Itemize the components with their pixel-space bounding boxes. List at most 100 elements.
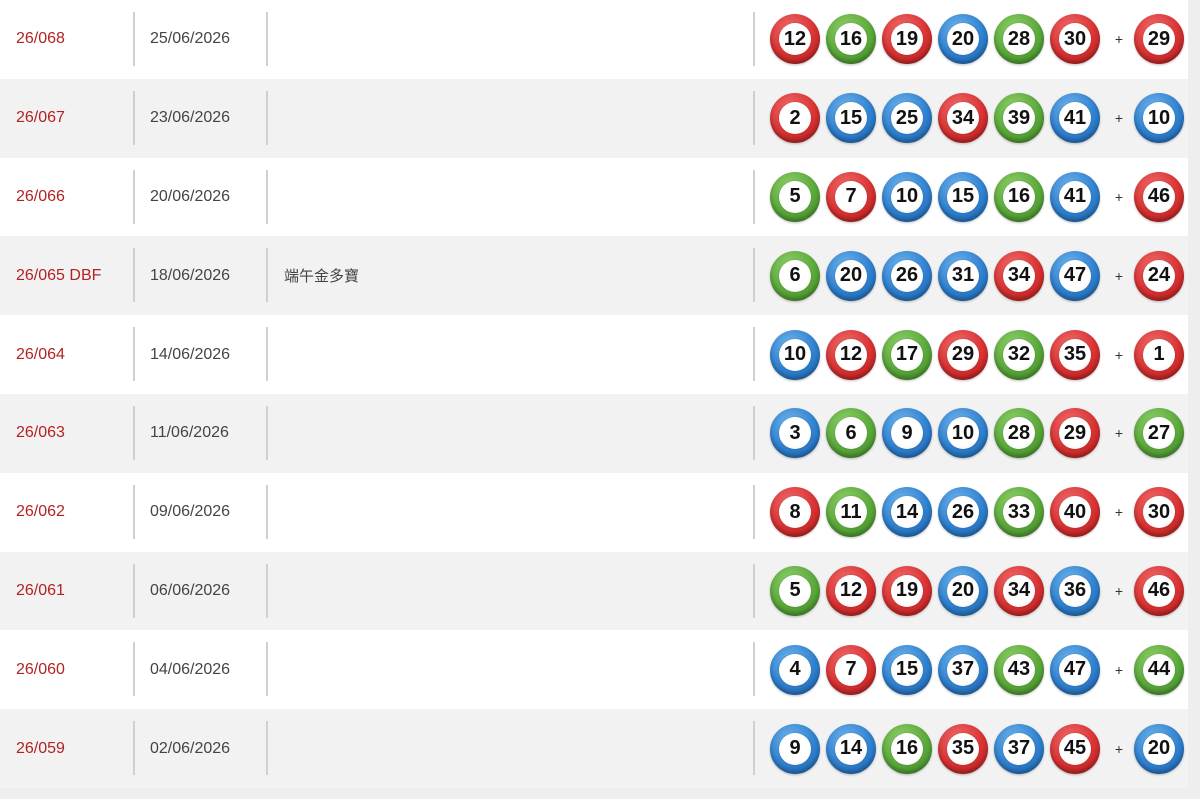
number-ball: 29 [938, 329, 988, 380]
draw-date: 25/06/2026 [150, 30, 231, 48]
number-ball: 34 [938, 93, 988, 144]
results-table: 26/068 25/06/2026 12 16 19 20 28 30 +29 26/067 23/… [0, 0, 1188, 788]
number-ball: 5 [770, 565, 820, 616]
ball-number: 5 [779, 180, 811, 213]
draw-number-link[interactable]: 26/059 [16, 709, 65, 788]
winning-numbers: 12 16 19 20 28 30 +29 [770, 0, 1190, 79]
number-ball: 16 [826, 14, 876, 65]
ball-number: 41 [1059, 102, 1091, 135]
column-divider [266, 248, 268, 303]
ball-number: 11 [835, 496, 867, 529]
ball-number: 19 [891, 23, 923, 56]
number-ball: 7 [826, 171, 876, 222]
ball-number: 16 [1003, 180, 1035, 213]
draw-date: 23/06/2026 [150, 109, 231, 127]
draw-number-link[interactable]: 26/060 [16, 630, 65, 709]
plus-sign: + [1114, 425, 1124, 442]
result-row: 26/061 06/06/2026 5 12 19 20 34 36 +46 [0, 551, 1190, 631]
extra-number-ball: 29 [1134, 14, 1184, 65]
ball-number: 47 [1059, 259, 1091, 292]
ball-number: 7 [835, 180, 867, 213]
number-ball: 6 [826, 408, 876, 459]
number-ball: 20 [938, 565, 988, 616]
column-divider [753, 484, 755, 539]
ball-number: 28 [1003, 417, 1035, 450]
result-row: 26/066 20/06/2026 5 7 10 15 16 41 +46 [0, 158, 1188, 237]
column-divider [133, 12, 135, 66]
ball-number: 9 [891, 417, 923, 450]
draw-number-link[interactable]: 26/063 [16, 394, 65, 473]
number-ball: 41 [1050, 93, 1100, 144]
number-ball: 16 [882, 723, 932, 774]
ball-number: 20 [1143, 732, 1175, 765]
draw-number-link[interactable]: 26/067 [16, 79, 65, 158]
ball-number: 40 [1059, 496, 1091, 529]
column-divider [266, 642, 268, 697]
plus-sign: + [1114, 31, 1124, 48]
column-divider [753, 721, 755, 776]
extra-number-ball: 1 [1134, 329, 1184, 380]
number-ball: 40 [1050, 487, 1100, 538]
plus-sign: + [1114, 740, 1124, 757]
ball-number: 30 [1059, 23, 1091, 56]
number-ball: 41 [1050, 171, 1100, 222]
ball-number: 28 [1003, 23, 1035, 56]
ball-number: 39 [1003, 102, 1035, 135]
ball-number: 41 [1059, 180, 1091, 213]
ball-number: 19 [891, 574, 923, 607]
result-row: 26/068 25/06/2026 12 16 19 20 28 30 +29 [0, 0, 1188, 79]
number-ball: 10 [770, 329, 820, 380]
column-divider [753, 327, 755, 382]
plus-sign: + [1114, 110, 1124, 127]
ball-number: 35 [947, 732, 979, 765]
draw-number-link[interactable]: 26/068 [16, 0, 65, 79]
ball-number: 10 [891, 180, 923, 213]
winning-numbers: 6 20 26 31 34 47 +24 [770, 236, 1190, 315]
winning-numbers: 3 6 9 10 28 29 +27 [770, 394, 1190, 473]
ball-number: 29 [947, 338, 979, 371]
ball-number: 47 [1059, 653, 1091, 686]
ball-number: 44 [1143, 653, 1175, 686]
draw-date: 09/06/2026 [150, 503, 231, 521]
ball-number: 30 [1143, 496, 1175, 529]
draw-number-link[interactable]: 26/061 [16, 552, 65, 631]
ball-number: 12 [835, 338, 867, 371]
result-row: 26/062 09/06/2026 8 11 14 26 33 40 +30 [0, 473, 1188, 552]
number-ball: 34 [994, 565, 1044, 616]
draw-date: 18/06/2026 [150, 266, 231, 284]
number-ball: 3 [770, 408, 820, 459]
ball-number: 34 [1003, 259, 1035, 292]
result-row: 26/064 14/06/2026 10 12 17 29 32 35 +1 [0, 315, 1188, 394]
draw-number-link[interactable]: 26/066 [16, 158, 65, 237]
number-ball: 12 [826, 329, 876, 380]
ball-number: 9 [779, 732, 811, 765]
ball-number: 37 [1003, 732, 1035, 765]
column-divider [266, 169, 268, 224]
number-ball: 2 [770, 93, 820, 144]
ball-number: 17 [891, 338, 923, 371]
number-ball: 8 [770, 487, 820, 538]
draw-date: 06/06/2026 [150, 581, 231, 599]
plus-sign: + [1114, 582, 1124, 599]
number-ball: 4 [770, 644, 820, 695]
ball-number: 32 [1003, 338, 1035, 371]
column-divider [753, 642, 755, 697]
ball-number: 20 [947, 574, 979, 607]
winning-numbers: 2 15 25 34 39 41 +10 [770, 79, 1190, 158]
number-ball: 31 [938, 250, 988, 301]
extra-number-ball: 27 [1134, 408, 1184, 459]
ball-number: 10 [1143, 102, 1175, 135]
draw-number-link[interactable]: 26/062 [16, 473, 65, 552]
winning-numbers: 5 12 19 20 34 36 +46 [770, 552, 1190, 631]
column-divider [266, 721, 268, 776]
column-divider [133, 563, 135, 618]
number-ball: 34 [994, 250, 1044, 301]
column-divider [133, 327, 135, 382]
ball-number: 35 [1059, 338, 1091, 371]
ball-number: 12 [779, 23, 811, 56]
draw-number-link[interactable]: 26/065 DBF [16, 236, 101, 315]
ball-number: 20 [947, 23, 979, 56]
draw-number-link[interactable]: 26/064 [16, 315, 65, 394]
number-ball: 26 [938, 487, 988, 538]
column-divider [753, 563, 755, 618]
